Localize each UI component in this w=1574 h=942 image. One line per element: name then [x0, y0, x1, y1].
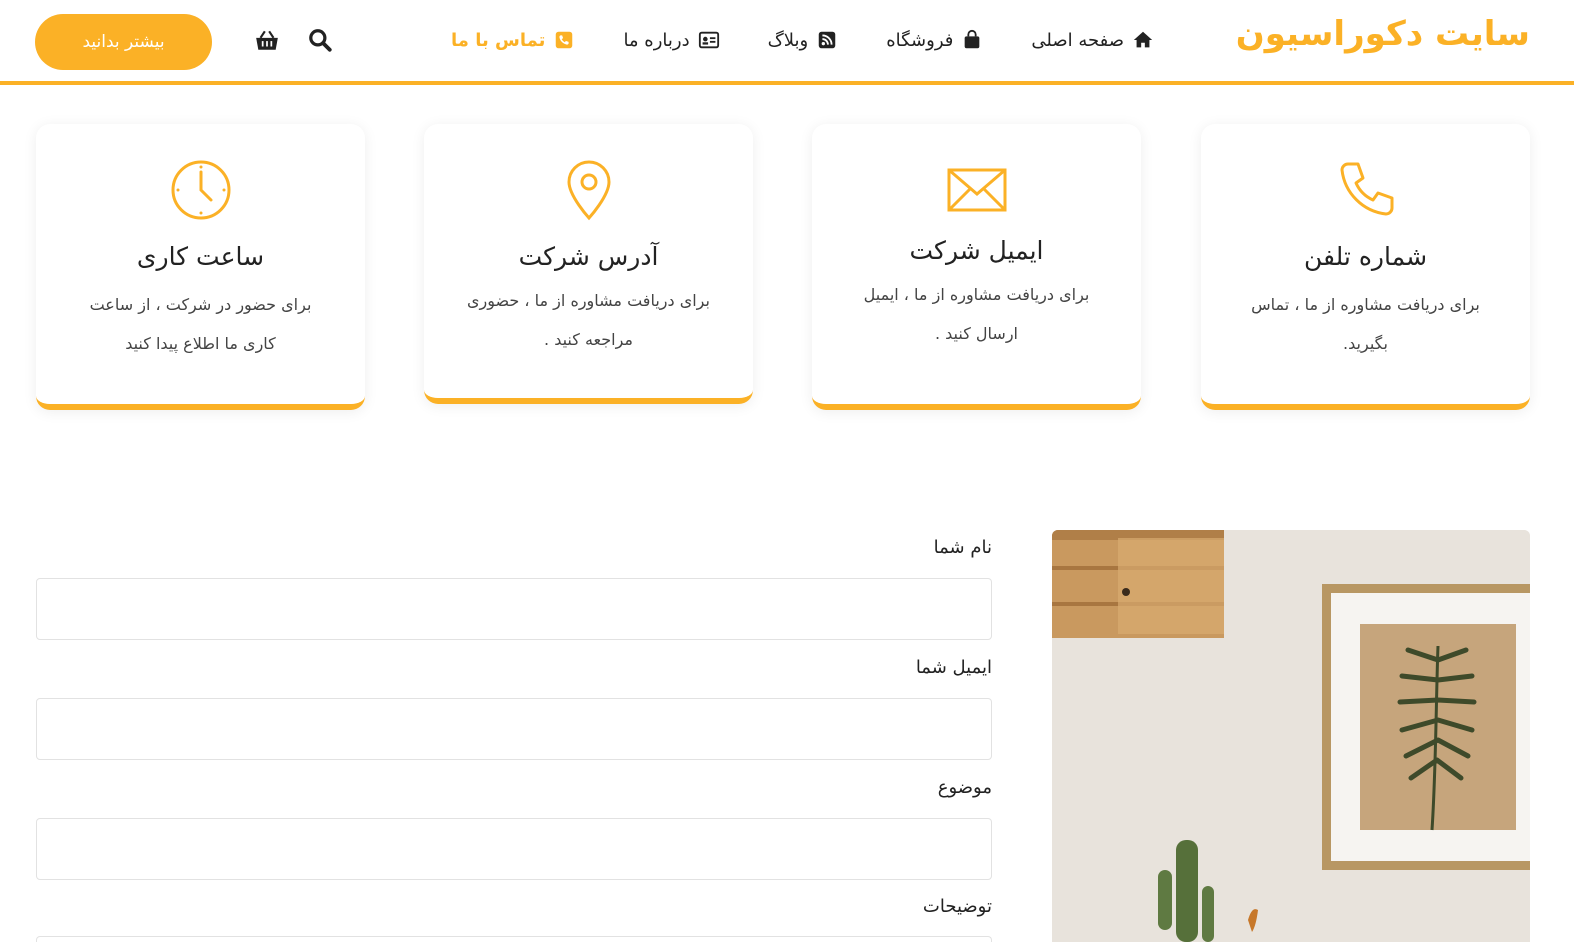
card-title: ایمیل شرکت	[909, 236, 1044, 265]
main-nav: صفحه اصلی فروشگاه وبلاگ درباره ما تماس ب…	[451, 0, 1154, 80]
decor-photo-image	[1052, 530, 1530, 942]
nav-item-label: صفحه اصلی	[1031, 29, 1124, 51]
info-card-address: آدرس شرکت برای دریافت مشاوره از ما ، حضو…	[424, 124, 753, 404]
card-description: برای دریافت مشاوره از ما ، تماس بگیرید.	[1201, 285, 1530, 363]
rss-icon	[818, 31, 836, 49]
phone-icon	[1340, 162, 1393, 216]
envelope-icon	[947, 168, 1006, 212]
subject-input[interactable]	[36, 818, 992, 880]
card-description: برای حضور در شرکت ، از ساعت کاری ما اطلاع…	[36, 285, 365, 363]
card-title: شماره تلفن	[1303, 242, 1428, 271]
card-title: آدرس شرکت	[518, 242, 659, 271]
nav-item-home[interactable]: صفحه اصلی	[1031, 29, 1154, 51]
site-logo[interactable]: سایت دکوراسیون	[1236, 14, 1530, 54]
search-button[interactable]	[304, 24, 336, 56]
email-input[interactable]	[36, 698, 992, 760]
card-description-line: بگیرید.	[1343, 334, 1388, 353]
card-title: ساعت کاری	[136, 242, 265, 271]
email-label: ایمیل شما	[915, 657, 992, 678]
card-description-line: برای دریافت مشاوره از ما ، ایمیل	[863, 285, 1090, 304]
nav-item-shop[interactable]: فروشگاه	[886, 29, 983, 51]
card-description-line: برای دریافت مشاوره از ما ، تماس	[1251, 295, 1480, 314]
decor-photo	[1052, 530, 1530, 942]
nav-item-label: وبلاگ	[767, 29, 809, 51]
nav-item-label: تماس با ما	[451, 29, 546, 51]
subject-label: موضوع	[937, 777, 992, 798]
card-description-line: ارسال کنید .	[934, 324, 1018, 343]
info-card-hours: ساعت کاری برای حضور در شرکت ، از ساعت کار…	[36, 124, 365, 410]
cart-button[interactable]	[251, 24, 283, 56]
nav-item-label: فروشگاه	[886, 29, 954, 51]
card-description: برای دریافت مشاوره از ما ، حضوری مراجعه ک…	[424, 281, 753, 359]
home-icon	[1133, 31, 1153, 48]
info-card-email: ایمیل شرکت برای دریافت مشاوره از ما ، ای…	[812, 124, 1141, 410]
basket-icon	[256, 30, 278, 50]
card-description: برای دریافت مشاوره از ما ، ایمیل ارسال کن…	[812, 275, 1141, 353]
clock-icon	[171, 160, 230, 220]
phone-square-icon	[556, 31, 573, 49]
shopping-bag-icon	[965, 29, 980, 49]
nav-item-blog[interactable]: وبلاگ	[768, 29, 839, 51]
card-description-line: برای حضور در شرکت ، از ساعت	[89, 295, 312, 314]
description-label: توضیحات	[922, 896, 992, 917]
learn-more-button[interactable]: بیشتر بدانید	[35, 14, 212, 70]
name-input[interactable]	[36, 578, 992, 640]
id-card-icon	[698, 31, 719, 49]
map-pin-icon	[566, 160, 611, 221]
card-description-line: برای دریافت مشاوره از ما ، حضوری	[467, 291, 710, 310]
card-description-line: کاری ما اطلاع پیدا کنید	[125, 334, 276, 353]
card-description-line: مراجعه کنید .	[544, 330, 633, 349]
search-icon	[309, 29, 332, 52]
nav-item-label: درباره ما	[623, 29, 690, 51]
description-textarea[interactable]	[36, 936, 992, 942]
info-card-phone: شماره تلفن برای دریافت مشاوره از ما ، تم…	[1201, 124, 1530, 410]
nav-item-about[interactable]: درباره ما	[623, 29, 719, 51]
nav-item-contact[interactable]: تماس با ما	[451, 29, 575, 51]
site-header: سایت دکوراسیون صفحه اصلی فروشگاه وبلاگ د…	[0, 0, 1574, 85]
name-label: نام شما	[933, 537, 992, 558]
